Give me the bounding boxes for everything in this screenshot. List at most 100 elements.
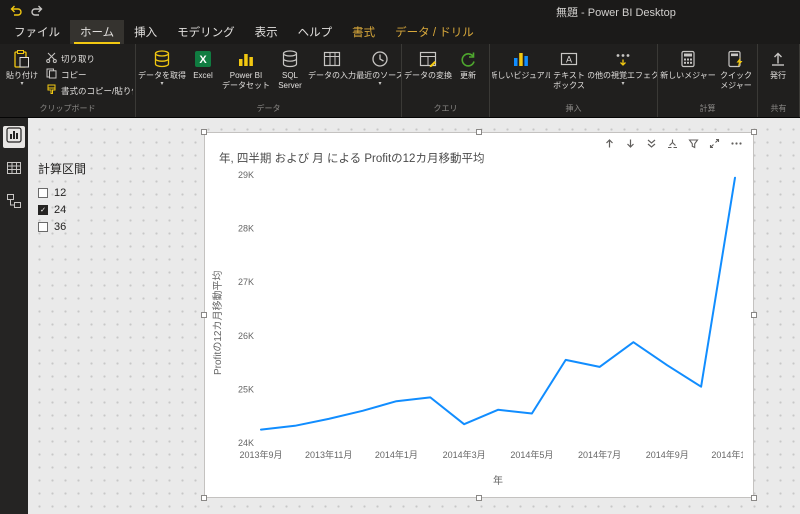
view-switcher-sidebar — [0, 118, 28, 514]
resize-handle[interactable] — [751, 312, 757, 318]
more-visuals-button[interactable]: その他の視覚エフェクト ▾ — [588, 46, 658, 87]
slicer-items: 12 24 36 — [38, 184, 148, 235]
quick-measure-button[interactable]: クイック メジャー — [716, 46, 756, 91]
group-label-data: データ — [136, 103, 401, 117]
text-box-icon: A — [559, 49, 579, 71]
slicer-item-label: 12 — [54, 187, 66, 199]
copy-button[interactable]: コピー — [46, 67, 131, 82]
transform-data-label: データの変換 — [404, 71, 452, 81]
resize-handle[interactable] — [201, 312, 207, 318]
resize-handle[interactable] — [201, 495, 207, 501]
database-icon — [152, 49, 172, 71]
tab-format[interactable]: 書式 — [342, 20, 385, 44]
format-painter-button[interactable]: 書式のコピー/貼り付け — [46, 83, 131, 98]
checkbox-checked-icon[interactable] — [38, 205, 48, 215]
slicer-visual[interactable]: 計算区間 12 24 36 — [38, 160, 148, 235]
svg-text:27K: 27K — [238, 277, 254, 287]
slicer-item-label: 24 — [54, 204, 66, 216]
bar-chart-icon — [236, 49, 256, 71]
data-view-button[interactable] — [3, 159, 25, 181]
slicer-item[interactable]: 12 — [38, 184, 148, 201]
ribbon-group-queries: データの変換 更新 クエリ — [402, 44, 490, 117]
model-view-button[interactable] — [3, 192, 25, 214]
ribbon-group-data: データを取得 ▾ X Excel Power BI データセット SQL Ser… — [136, 44, 402, 117]
svg-text:2014年1月: 2014年1月 — [375, 449, 418, 460]
resize-handle[interactable] — [751, 129, 757, 135]
publish-button[interactable]: 発行 — [760, 46, 796, 81]
drill-down-icon[interactable] — [625, 138, 636, 149]
redo-button[interactable] — [31, 5, 44, 16]
resize-handle[interactable] — [751, 495, 757, 501]
title-bar: 無題 - Power BI Desktop — [0, 0, 800, 20]
focus-mode-icon[interactable] — [709, 138, 720, 149]
resize-handle[interactable] — [201, 129, 207, 135]
line-chart-svg: 24K25K26K27K28K29K2013年9月2013年11月2014年1月… — [219, 167, 743, 489]
tab-modeling[interactable]: モデリング — [167, 20, 245, 44]
get-data-label: データを取得 — [138, 71, 186, 81]
window-title: 無題 - Power BI Desktop — [556, 4, 676, 20]
more-options-icon[interactable] — [730, 138, 743, 149]
ribbon: 貼り付け ▾ 切り取り コピー 書式のコピー/貼り付け — [0, 44, 800, 118]
quick-measure-label-1: クイック — [720, 71, 752, 81]
drill-up-icon[interactable] — [604, 138, 615, 149]
slicer-item[interactable]: 36 — [38, 218, 148, 235]
chart-title: 年, 四半期 および 月 による Profitの12カ月移動平均 — [219, 150, 484, 166]
excel-icon: X — [193, 49, 213, 71]
powerbi-datasets-label-1: Power BI — [230, 71, 262, 81]
powerbi-datasets-button[interactable]: Power BI データセット — [220, 46, 272, 91]
powerbi-datasets-label-2: データセット — [222, 81, 270, 91]
calculator-icon — [678, 49, 698, 71]
slicer-item[interactable]: 24 — [38, 201, 148, 218]
enter-data-label: データの入力 — [308, 71, 356, 81]
transform-data-button[interactable]: データの変換 — [404, 46, 452, 81]
cut-button[interactable]: 切り取り — [46, 51, 131, 66]
tab-help[interactable]: ヘルプ — [288, 20, 343, 44]
svg-text:25K: 25K — [238, 384, 254, 394]
cut-icon — [46, 52, 57, 65]
line-chart-visual[interactable]: 年, 四半期 および 月 による Profitの12カ月移動平均 Profitの… — [205, 133, 753, 497]
undo-button[interactable] — [9, 5, 22, 16]
tab-insert[interactable]: 挿入 — [124, 20, 167, 44]
svg-text:24K: 24K — [238, 438, 254, 448]
text-box-button[interactable]: A テキスト ボックス — [550, 46, 588, 91]
sql-server-button[interactable]: SQL Server — [272, 46, 308, 91]
checkbox-unchecked-icon[interactable] — [38, 222, 48, 232]
resize-handle[interactable] — [476, 495, 482, 501]
resize-handle[interactable] — [476, 129, 482, 135]
sql-database-icon — [280, 49, 300, 71]
filter-icon[interactable] — [688, 138, 699, 149]
new-measure-button[interactable]: 新しいメジャー — [660, 46, 716, 81]
recent-sources-label: 最近のソース — [356, 71, 402, 81]
paste-button[interactable]: 貼り付け ▾ — [2, 46, 42, 87]
ribbon-tab-row: ファイル ホーム 挿入 モデリング 表示 ヘルプ 書式 データ / ドリル — [0, 20, 800, 44]
visual-header-toolbar — [604, 138, 743, 149]
report-view-icon — [6, 127, 22, 148]
report-view-button[interactable] — [3, 126, 25, 148]
tab-home[interactable]: ホーム — [70, 20, 124, 44]
group-label-share: 共有 — [758, 103, 799, 117]
transform-table-icon — [418, 49, 438, 71]
new-visual-label: 新しいビジュアル — [492, 71, 550, 81]
next-level-icon[interactable] — [646, 138, 657, 149]
refresh-button[interactable]: 更新 — [452, 46, 484, 81]
slicer-title: 計算区間 — [38, 160, 148, 177]
expand-all-icon[interactable] — [667, 138, 678, 149]
svg-text:2013年11月: 2013年11月 — [305, 449, 352, 460]
tab-view[interactable]: 表示 — [245, 20, 288, 44]
report-canvas[interactable]: 計算区間 12 24 36 — [28, 118, 800, 514]
get-data-button[interactable]: データを取得 ▾ — [138, 46, 186, 87]
checkbox-unchecked-icon[interactable] — [38, 188, 48, 198]
clock-icon — [370, 49, 390, 71]
ribbon-group-share: 発行 共有 — [758, 44, 800, 117]
tab-file[interactable]: ファイル — [4, 20, 70, 44]
more-visuals-icon — [613, 49, 633, 71]
new-visual-button[interactable]: 新しいビジュアル — [492, 46, 550, 81]
recent-sources-button[interactable]: 最近のソース ▾ — [356, 46, 402, 87]
tab-data-drill[interactable]: データ / ドリル — [385, 20, 484, 44]
new-visual-icon — [511, 49, 531, 71]
excel-button[interactable]: X Excel — [186, 46, 220, 81]
publish-icon — [768, 49, 788, 71]
ribbon-group-clipboard: 貼り付け ▾ 切り取り コピー 書式のコピー/貼り付け — [0, 44, 136, 117]
ribbon-group-insert: 新しいビジュアル A テキスト ボックス その他の視覚エフェクト ▾ 挿入 — [490, 44, 658, 117]
enter-data-button[interactable]: データの入力 — [308, 46, 356, 81]
